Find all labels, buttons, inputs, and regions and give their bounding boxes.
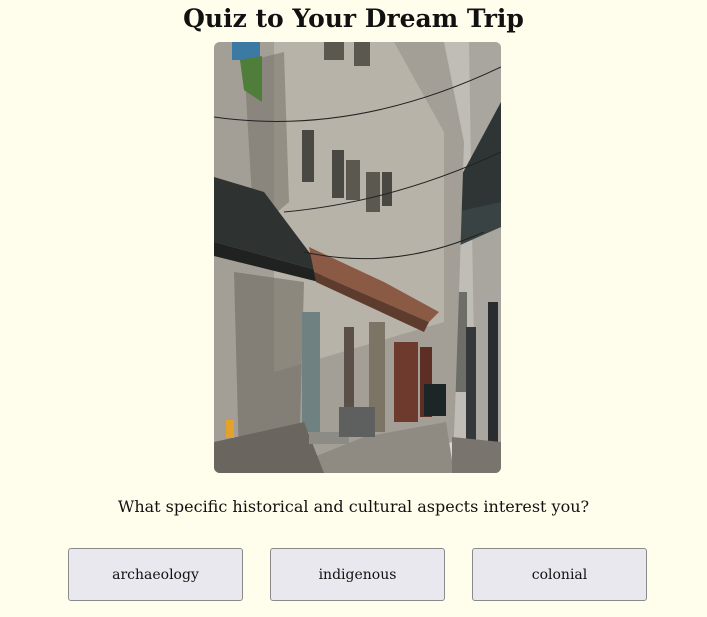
quiz-question: What specific historical and cultural as… bbox=[117, 497, 590, 516]
alley-illustration bbox=[214, 42, 501, 473]
destination-photo bbox=[214, 42, 501, 473]
option-button-archaeology[interactable]: archaeology bbox=[68, 548, 243, 601]
answer-options: archaeology indigenous colonial bbox=[68, 548, 647, 601]
quiz-title: Quiz to Your Dream Trip bbox=[183, 4, 524, 33]
option-button-indigenous[interactable]: indigenous bbox=[270, 548, 445, 601]
option-button-colonial[interactable]: colonial bbox=[472, 548, 647, 601]
